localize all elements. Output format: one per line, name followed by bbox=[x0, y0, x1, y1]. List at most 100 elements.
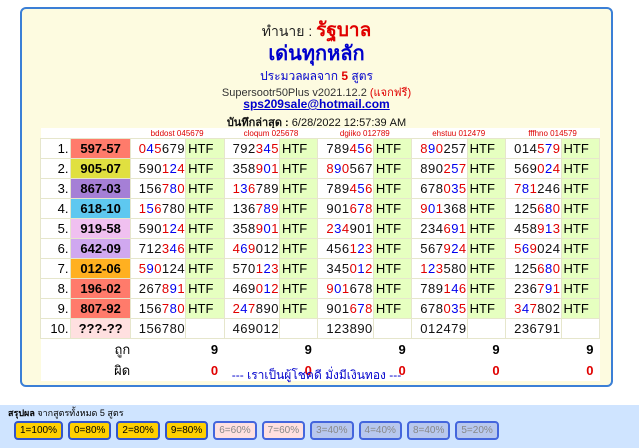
digit: 6 bbox=[552, 181, 561, 196]
number-cell: 890257 bbox=[411, 138, 468, 159]
number-cell: 890567 bbox=[317, 158, 374, 179]
summary-caption: สรุปผล จากสูตรทั้งหมด 5 สูตร bbox=[8, 406, 124, 420]
summary-badge: 1=100% bbox=[14, 421, 63, 440]
digit: 3 bbox=[161, 241, 170, 256]
table-row: 7. 012-06 590124 HTF 570123 HTF 345012 HTF 12358… bbox=[39, 258, 600, 279]
htf-cell: HTF bbox=[560, 258, 600, 279]
table-row: 2. 905-07 590124 HTF 358901 HTF 890567 HTF 89025… bbox=[39, 158, 600, 179]
number-cell: 469012 bbox=[223, 318, 280, 339]
digit: 9 bbox=[427, 161, 436, 176]
summary-badge: 6=60% bbox=[213, 421, 257, 440]
htf-cell bbox=[278, 318, 319, 339]
digit: 3 bbox=[514, 301, 522, 316]
htf-cell: HTF bbox=[278, 258, 319, 279]
digit: 8 bbox=[537, 301, 546, 316]
digit: 9 bbox=[427, 141, 436, 156]
digit: 1 bbox=[341, 201, 350, 216]
summary-badges: 1=100% 0=80% 2=80% 9=80% 6=60% 7=60% 3=40% 4=40… bbox=[14, 421, 499, 440]
number-cell: 781246 bbox=[505, 178, 562, 199]
digit: 0 bbox=[271, 301, 279, 316]
number-cell: 678035 bbox=[411, 178, 468, 199]
digit: 7 bbox=[357, 201, 366, 216]
digit: 4 bbox=[458, 241, 467, 256]
digit: 4 bbox=[451, 281, 459, 296]
email-link[interactable]: sps209sale@hotmail.com bbox=[22, 97, 611, 111]
digit: 1 bbox=[271, 161, 279, 176]
digit: 8 bbox=[365, 301, 373, 316]
number-cell: 789146 bbox=[411, 278, 468, 299]
digit: 5 bbox=[458, 181, 467, 196]
digit: 7 bbox=[255, 201, 264, 216]
digit: 9 bbox=[271, 181, 279, 196]
digit: 4 bbox=[514, 221, 522, 236]
number-cell: 156780 bbox=[129, 178, 187, 199]
digit: 2 bbox=[545, 161, 553, 176]
digit: 8 bbox=[545, 201, 553, 216]
number-cell: 458913 bbox=[505, 218, 562, 239]
digit: 1 bbox=[458, 221, 467, 236]
digit: 8 bbox=[255, 301, 264, 316]
digit: 1 bbox=[420, 261, 428, 276]
digit: 2 bbox=[326, 221, 335, 236]
digit: 5 bbox=[271, 141, 279, 156]
footer-slogan: --- เราเป็นผู้โชคดี มั่งมีเงินทอง --- bbox=[231, 368, 402, 382]
digit: 1 bbox=[177, 281, 186, 296]
htf-cell: HTF bbox=[466, 278, 507, 299]
header-spacer bbox=[40, 128, 71, 139]
digit: 0 bbox=[537, 161, 546, 176]
summary-badge: 0=80% bbox=[67, 421, 112, 440]
digit: 1 bbox=[161, 161, 170, 176]
summary-value: 9 bbox=[317, 338, 412, 360]
digit: 0 bbox=[154, 161, 162, 176]
digit: 3 bbox=[240, 201, 249, 216]
number-cell: 570123 bbox=[223, 258, 280, 279]
htf-cell: HTF bbox=[372, 298, 413, 319]
pair-number: 196-02 bbox=[70, 278, 131, 299]
htf-cell: HTF bbox=[560, 198, 600, 219]
digit: 1 bbox=[161, 261, 170, 276]
number-cell: 901678 bbox=[317, 298, 374, 319]
digit: 3 bbox=[365, 241, 373, 256]
htf-cell: HTF bbox=[278, 178, 319, 199]
digit: 1 bbox=[514, 201, 522, 216]
summary-caption-text: จากสูตรทั้งหมด 5 สูตร bbox=[37, 408, 124, 418]
htf-cell: HTF bbox=[372, 258, 413, 279]
number-cell: 156780 bbox=[129, 198, 187, 219]
digit: 0 bbox=[334, 281, 342, 296]
digit: 5 bbox=[521, 221, 530, 236]
htf-cell: HTF bbox=[560, 138, 600, 159]
digit: 7 bbox=[240, 261, 249, 276]
number-cell: 789456 bbox=[317, 178, 374, 199]
digit: 6 bbox=[357, 161, 366, 176]
digit: 4 bbox=[177, 221, 186, 236]
digit: 2 bbox=[545, 241, 553, 256]
row-index: 6. bbox=[39, 238, 72, 259]
digit: 9 bbox=[326, 301, 335, 316]
table-row: 3. 867-03 156780 HTF 136789 HTF 789456 HTF 67803… bbox=[39, 178, 600, 199]
digit: 7 bbox=[161, 301, 170, 316]
htf-cell: HTF bbox=[278, 238, 319, 259]
digit: 5 bbox=[537, 141, 546, 156]
summary-value: 9 bbox=[411, 338, 506, 360]
digit: 4 bbox=[552, 241, 561, 256]
pair-number: 905-07 bbox=[70, 158, 131, 179]
digit: 6 bbox=[177, 241, 186, 256]
digit: 8 bbox=[248, 161, 256, 176]
htf-cell: HTF bbox=[560, 158, 600, 179]
htf-cell: HTF bbox=[466, 258, 507, 279]
htf-cell: HTF bbox=[466, 238, 507, 259]
summary-badge: 3=40% bbox=[310, 421, 354, 440]
htf-cell: HTF bbox=[278, 198, 319, 219]
number-cell: 901368 bbox=[411, 198, 468, 219]
htf-cell: HTF bbox=[185, 278, 225, 299]
digit: 4 bbox=[326, 241, 335, 256]
digit: 0 bbox=[545, 301, 553, 316]
processing-text: ประมวลผลจาก bbox=[260, 69, 338, 83]
digit: 6 bbox=[420, 181, 428, 196]
number-cell: 236791 bbox=[505, 278, 562, 299]
htf-cell: HTF bbox=[560, 298, 600, 319]
htf-cell: HTF bbox=[560, 218, 600, 239]
digit: 5 bbox=[240, 221, 249, 236]
digit: 2 bbox=[451, 241, 459, 256]
digit: 3 bbox=[326, 261, 335, 276]
